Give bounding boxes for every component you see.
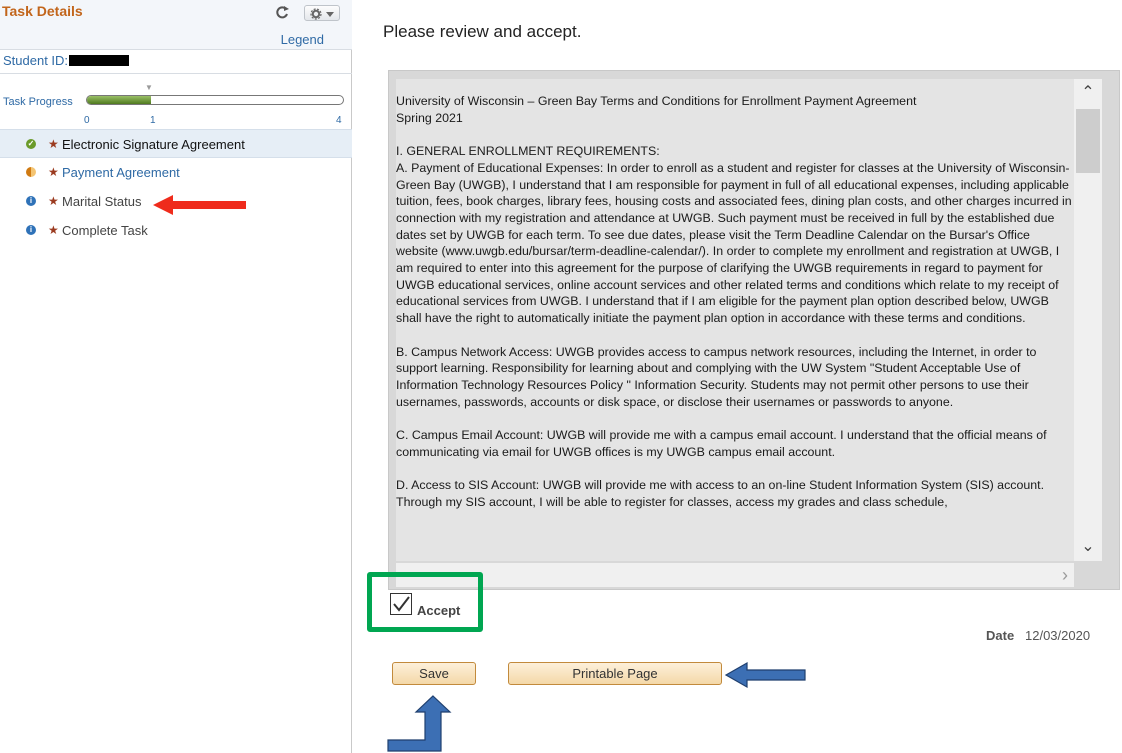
progress-marker-icon: ▼ <box>145 83 153 92</box>
task-list: ✓ ★ Electronic Signature Agreement ★ Pay… <box>0 129 352 245</box>
progress-tick: 1 <box>150 115 156 126</box>
scroll-up-icon[interactable]: ⌃ <box>1074 79 1102 107</box>
terms-paragraph-d: D. Access to SIS Account: UWGB will prov… <box>396 478 1045 509</box>
date-value: 12/03/2020 <box>1025 628 1091 643</box>
info-icon: i <box>26 196 36 206</box>
checkmark-icon <box>393 596 410 612</box>
task-label: Payment Agreement <box>62 165 180 180</box>
date-label: Date <box>986 628 1015 643</box>
task-label: Complete Task <box>62 223 148 238</box>
terms-section-heading: I. GENERAL ENROLLMENT REQUIREMENTS: <box>396 144 660 159</box>
terms-paragraph-c: C. Campus Email Account: UWGB will provi… <box>396 428 1047 459</box>
gear-icon <box>310 8 334 20</box>
printable-page-button[interactable]: Printable Page <box>508 662 722 685</box>
in-progress-icon <box>26 167 36 177</box>
scroll-right-icon[interactable]: › <box>1062 563 1068 587</box>
required-star-icon: ★ <box>48 165 59 179</box>
terms-text: University of Wisconsin – Green Bay Term… <box>396 79 1074 511</box>
horizontal-scrollbar[interactable]: › <box>396 563 1074 587</box>
scroll-thumb[interactable] <box>1076 109 1100 173</box>
required-star-icon: ★ <box>48 137 59 151</box>
task-item-complete-task[interactable]: i ★ Complete Task <box>0 216 352 245</box>
save-button[interactable]: Save <box>392 662 476 685</box>
task-progress-label: Task Progress <box>3 96 73 108</box>
progress-tick: 0 <box>84 115 90 126</box>
terms-term: Spring 2021 <box>396 110 463 125</box>
refresh-icon[interactable] <box>273 4 291 20</box>
task-details-panel: Task Details Legend Student ID: ▼ Task P… <box>0 0 352 753</box>
task-progress-fill <box>87 96 151 104</box>
complete-icon: ✓ <box>26 139 36 149</box>
vertical-scrollbar[interactable]: ⌃ ⌄ <box>1074 79 1102 561</box>
info-icon: i <box>26 225 36 235</box>
student-id-label: Student ID: <box>3 53 69 68</box>
task-label: Marital Status <box>62 194 142 209</box>
green-highlight-annotation <box>367 572 483 632</box>
required-star-icon: ★ <box>48 194 59 208</box>
terms-paragraph-a: A. Payment of Educational Expenses: In o… <box>396 160 1072 326</box>
gear-menu-button[interactable] <box>304 5 340 21</box>
panel-header: Task Details Legend <box>0 0 352 50</box>
page-heading: Please review and accept. <box>383 22 582 41</box>
task-label: Electronic Signature Agreement <box>62 137 245 152</box>
accept-label: Accept <box>417 603 461 618</box>
required-star-icon: ★ <box>48 223 59 237</box>
student-id-row: Student ID: <box>0 52 352 74</box>
red-arrow-annotation <box>153 195 246 215</box>
blue-arrow-annotation <box>725 661 806 689</box>
scroll-down-icon[interactable]: ⌄ <box>1074 533 1102 561</box>
terms-paragraph-b: B. Campus Network Access: UWGB provides … <box>396 344 1037 409</box>
redacted-student-id <box>69 55 129 66</box>
progress-tick: 4 <box>336 115 342 126</box>
terms-title: University of Wisconsin – Green Bay Term… <box>396 94 917 108</box>
accept-checkbox[interactable] <box>390 593 412 615</box>
panel-title: Task Details <box>2 3 83 19</box>
legend-link[interactable]: Legend <box>281 32 324 47</box>
task-item-electronic-signature[interactable]: ✓ ★ Electronic Signature Agreement <box>0 129 352 158</box>
blue-arrow-annotation <box>387 695 452 752</box>
task-progress-bar <box>86 95 344 105</box>
task-item-payment-agreement[interactable]: ★ Payment Agreement <box>0 158 352 187</box>
terms-scroll-area[interactable]: University of Wisconsin – Green Bay Term… <box>396 79 1074 561</box>
chevron-down-icon <box>326 12 334 17</box>
